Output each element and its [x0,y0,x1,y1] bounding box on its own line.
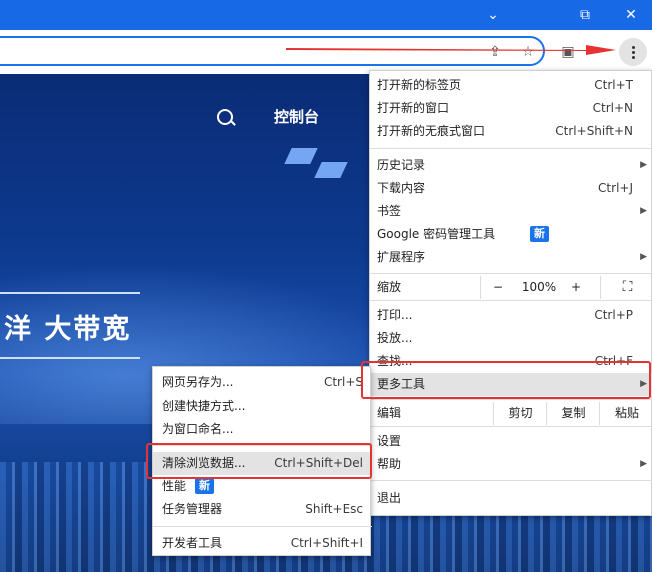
highlight-box-more-tools [361,361,651,399]
menu-item-downloads[interactable]: 下载内容 Ctrl+J [370,177,652,200]
hero-divider [0,292,140,294]
cut-button[interactable]: 剪切 [493,402,547,425]
menu-item-incognito[interactable]: 打开新的无痕式窗口 Ctrl+Shift+N [370,120,652,143]
new-badge: 新 [195,478,214,494]
menu-item-new-tab[interactable]: 打开新的标签页 Ctrl+T [370,74,652,97]
menu-edit-row: 编辑 剪切 复制 粘贴 [370,402,652,425]
menu-item-extensions[interactable]: 扩展程序 ▶ [370,246,652,269]
nav-console-link[interactable]: 控制台 [274,106,319,127]
menu-item-settings[interactable]: 设置 [370,430,652,453]
zoom-in-button[interactable]: + [564,276,588,299]
chevron-right-icon: ▶ [640,459,647,469]
chevron-right-icon: ▶ [640,206,647,216]
menu-item-history[interactable]: 历史记录 ▶ [370,154,652,177]
menu-zoom-row: 缩放 − 100% + ⛶ [370,276,652,299]
minimize-button[interactable]: ⌄ [470,0,516,30]
menu-item-exit[interactable]: 退出 [370,487,652,510]
submenu-item-name-window[interactable]: 为窗口命名... [153,418,372,441]
more-vert-icon[interactable] [619,38,647,66]
menu-item-passwords[interactable]: Google 密码管理工具新 [370,223,652,246]
menu-item-bookmarks[interactable]: 书签 ▶ [370,200,652,223]
new-badge: 新 [530,226,549,242]
submenu-item-task-manager[interactable]: 任务管理器 Shift+Esc [153,498,372,521]
menu-item-cast[interactable]: 投放... [370,327,652,350]
highlight-box-clear-data [146,443,372,479]
chevron-right-icon: ▶ [640,252,647,262]
zoom-out-button[interactable]: − [480,276,515,299]
minimize-icon: ⌄ [487,7,499,23]
copy-button[interactable]: 复制 [546,402,600,425]
decor-cube [314,162,348,178]
paste-button[interactable]: 粘贴 [599,402,652,425]
search-icon[interactable] [217,109,233,125]
menu-item-print[interactable]: 打印... Ctrl+P [370,304,652,327]
chrome-menu: 打开新的标签页 Ctrl+T 打开新的窗口 Ctrl+N 打开新的无痕式窗口 Ctrl… [369,70,652,516]
menu-item-help[interactable]: 帮助 ▶ [370,453,652,476]
fullscreen-icon[interactable]: ⛶ [600,276,652,299]
restore-icon: ⧉ [580,7,590,23]
chevron-right-icon: ▶ [640,160,647,170]
menu-item-new-window[interactable]: 打开新的窗口 Ctrl+N [370,97,652,120]
zoom-level: 100% [521,280,557,294]
submenu-item-save-as[interactable]: 网页另存为... Ctrl+S [153,371,372,394]
close-icon: ✕ [625,7,637,23]
restore-button[interactable]: ⧉ [562,0,608,30]
submenu-item-create-shortcut[interactable]: 创建快捷方式... [153,395,372,418]
submenu-item-devtools[interactable]: 开发者工具 Ctrl+Shift+I [153,532,372,555]
red-arrow-annotation [286,45,616,55]
close-button[interactable]: ✕ [608,0,652,30]
hero-divider [0,357,140,359]
decor-cube [284,148,318,164]
title-bar: ⌄ ⧉ ✕ [0,0,652,30]
hero-text: 洋 大带宽 [4,314,132,345]
